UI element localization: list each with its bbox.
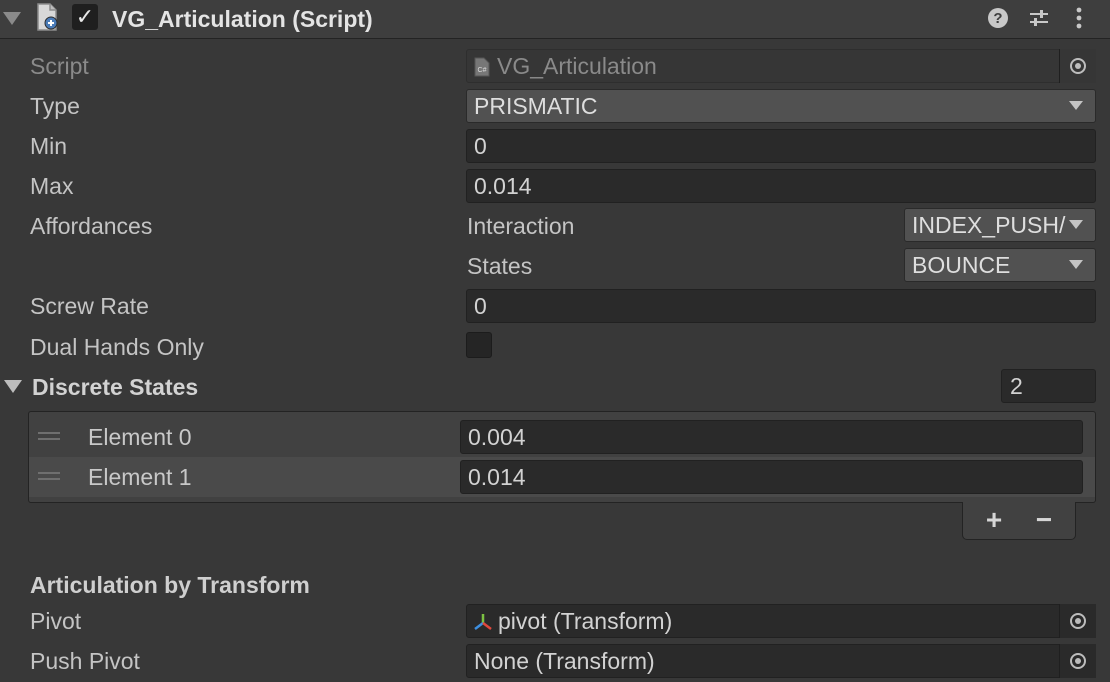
push-pivot-value: None (Transform) [474,648,655,674]
component-title: VG_Articulation (Script) [112,6,373,32]
script-label: Script [30,53,89,79]
push-pivot-field[interactable]: None (Transform) [466,644,1096,678]
push-pivot-label: Push Pivot [30,648,140,674]
kebab-menu-icon[interactable] [1066,4,1092,32]
dual-hands-only-checkbox[interactable] [466,332,492,358]
fold-arrow-icon[interactable] [3,12,21,25]
remove-element-button[interactable]: − [1029,504,1059,536]
pivot-picker-button[interactable] [1059,604,1096,638]
max-input[interactable]: 0.014 [466,169,1096,203]
screw-rate-input[interactable]: 0 [466,289,1096,323]
states-dropdown[interactable]: BOUNCE [904,248,1096,282]
chevron-down-icon [1069,260,1083,269]
screw-rate-label: Screw Rate [30,293,149,319]
drag-handle-icon[interactable] [38,432,60,440]
min-input[interactable]: 0 [466,129,1096,163]
affordances-label: Affordances [30,213,153,239]
presets-icon[interactable] [1026,4,1052,32]
type-dropdown[interactable]: PRISMATIC [466,89,1096,123]
svg-text:C#: C# [478,67,487,74]
drag-handle-icon[interactable] [38,472,60,480]
discrete-states-fold-icon[interactable] [4,380,22,393]
transform-axes-icon [472,611,494,638]
dual-hands-only-label: Dual Hands Only [30,334,204,360]
discrete-states-label[interactable]: Discrete States [32,372,198,402]
type-label: Type [30,93,80,119]
add-element-button[interactable]: + [979,504,1009,536]
element-0-input[interactable]: 0.004 [460,420,1083,454]
max-label: Max [30,173,74,199]
interaction-label: Interaction [467,213,575,239]
states-label: States [467,253,533,279]
svg-text:?: ? [993,10,1002,27]
object-picker-icon [1070,58,1086,74]
element-1-label: Element 1 [88,464,192,490]
pivot-field[interactable]: pivot (Transform) [466,604,1096,638]
states-value: BOUNCE [912,252,1011,278]
push-pivot-picker-button[interactable] [1059,644,1096,678]
pivot-label: Pivot [30,608,82,634]
script-value: VG_Articulation [497,53,657,79]
min-label: Min [30,133,68,159]
help-icon[interactable]: ? [985,4,1011,32]
interaction-value: INDEX_PUSH/ [912,212,1066,238]
object-picker-icon [1070,653,1086,669]
element-1-input[interactable]: 0.014 [460,460,1083,494]
script-file-icon [36,3,58,31]
object-picker-icon [1070,613,1086,629]
discrete-states-size-input[interactable]: 2 [1001,369,1096,403]
element-0-label: Element 0 [88,424,192,450]
chevron-down-icon [1069,101,1083,110]
type-value: PRISMATIC [474,93,598,119]
csharp-script-icon: C# [474,56,490,83]
script-picker-button[interactable] [1059,49,1096,83]
pivot-value: pivot (Transform) [498,608,673,634]
articulation-by-transform-header: Articulation by Transform [30,572,310,598]
component-enabled-checkbox[interactable]: ✓ [72,4,98,30]
chevron-down-icon [1069,220,1083,229]
script-field[interactable]: VG_Articulation [466,49,1096,83]
